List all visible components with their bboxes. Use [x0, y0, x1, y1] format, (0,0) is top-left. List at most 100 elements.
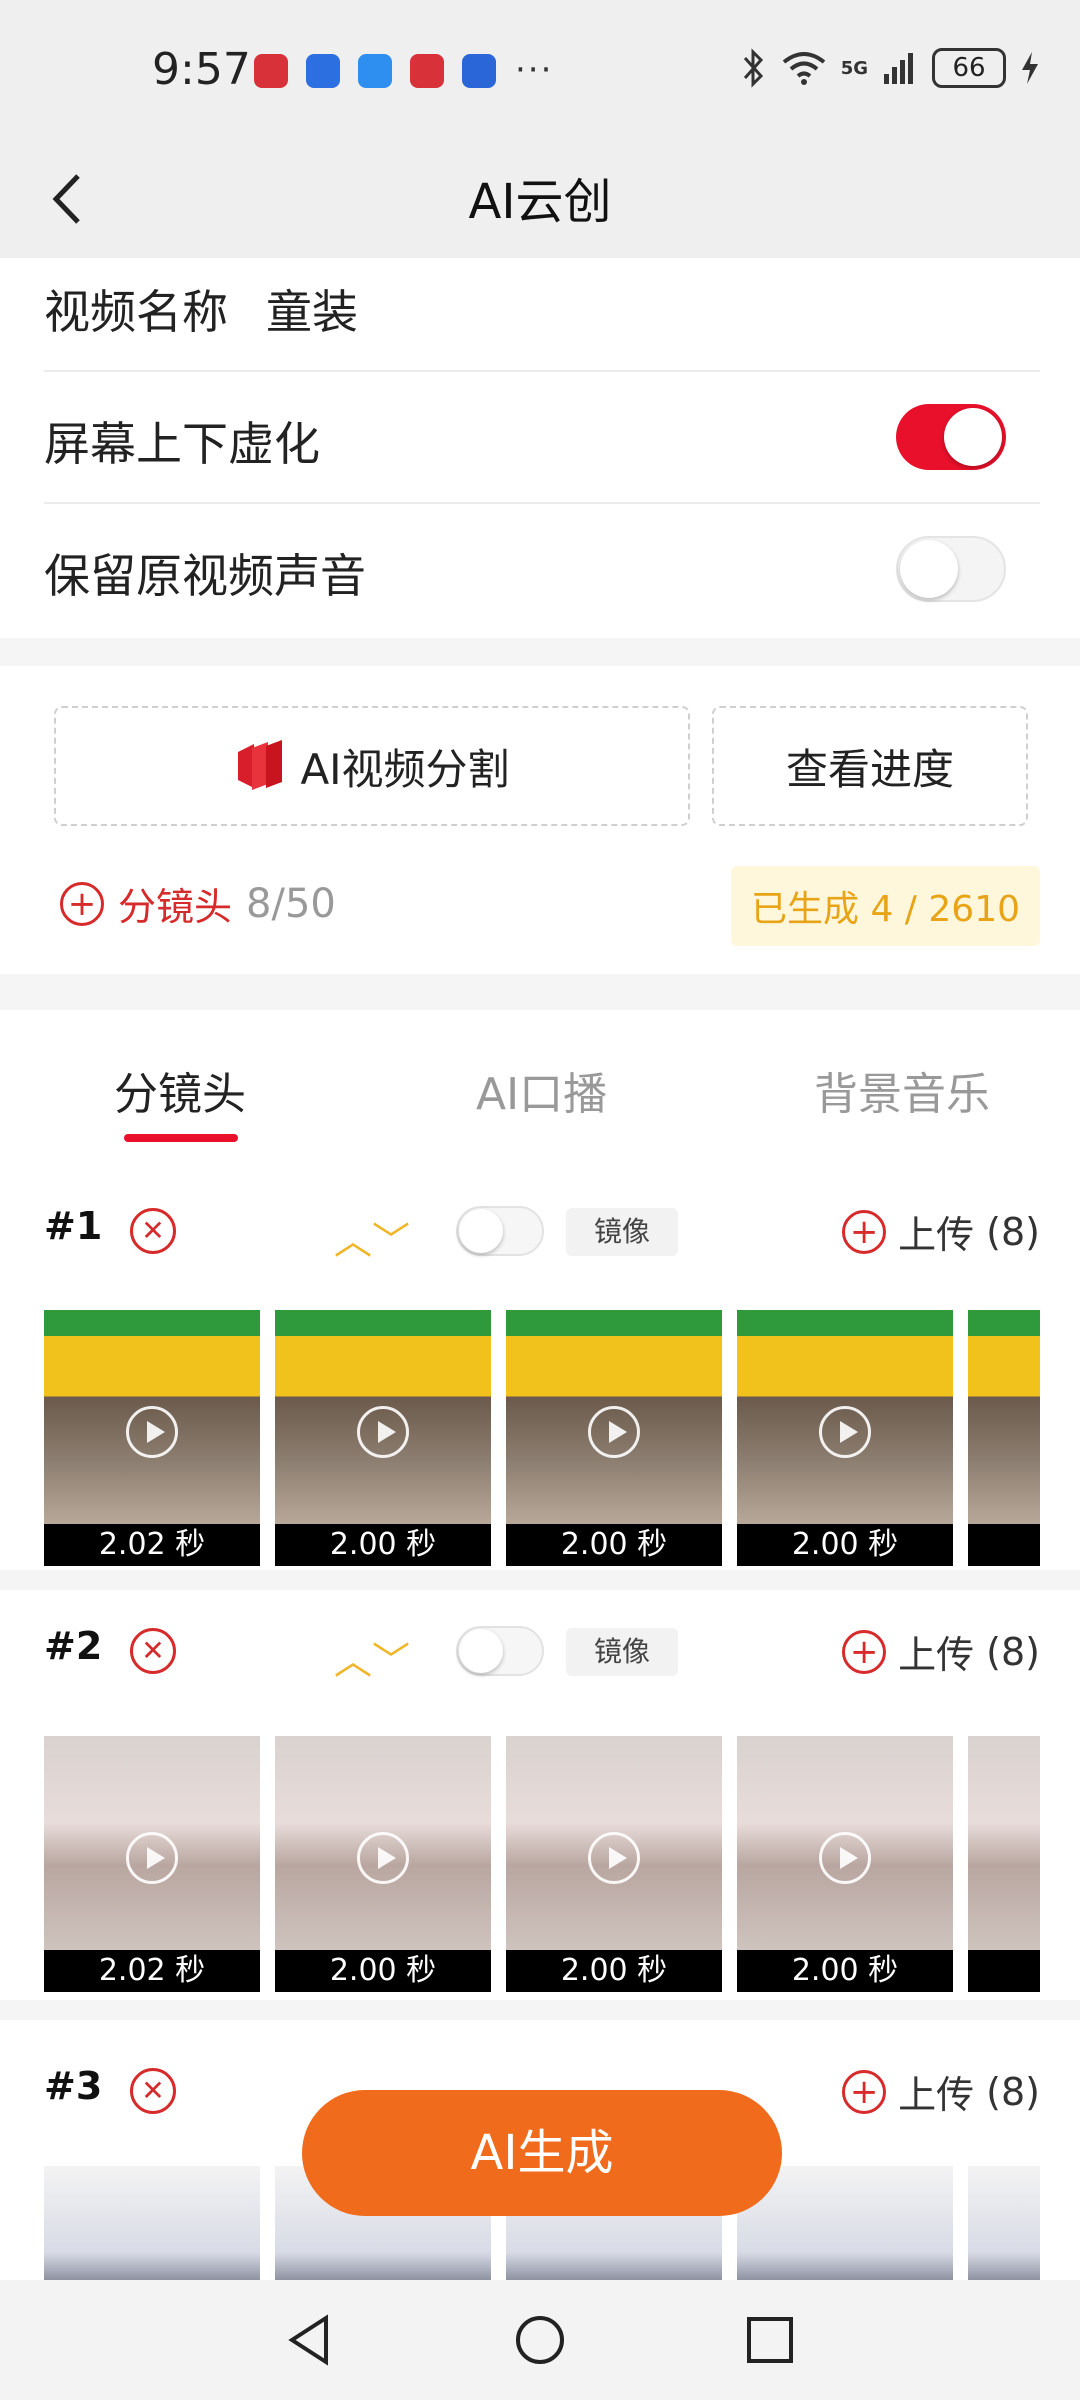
page-title: AI云创: [468, 174, 612, 230]
upload-count: (8): [986, 1629, 1040, 1674]
generated-badge: 已生成 4 / 2610: [731, 866, 1040, 946]
delete-scene-icon[interactable]: ✕: [130, 1208, 176, 1254]
active-tab-indicator: [124, 1134, 238, 1142]
status-right-group: 5G 66: [741, 48, 1040, 88]
move-up-icon[interactable]: ︿: [334, 1219, 372, 1263]
clip-thumbnail[interactable]: 2.00 秒: [737, 1310, 953, 1566]
clip-strip: 2.02 秒 2.00 秒 2.00 秒 2.00 秒 2: [44, 1736, 1040, 1992]
upload-button[interactable]: + 上传 (8): [842, 2064, 1040, 2119]
reorder-arrows: ︿﹀: [334, 1210, 410, 1265]
mirror-label: 镜像: [566, 1208, 679, 1256]
play-icon: [126, 1406, 178, 1458]
mirror-label: 镜像: [566, 1628, 679, 1676]
status-bar: 9:57 ··· 5G 66: [0, 0, 1080, 140]
clip-thumbnail[interactable]: [968, 2166, 1040, 2280]
add-shot-button[interactable]: + 分镜头 8/50: [60, 876, 336, 931]
settings-section: 视频名称 童装 屏幕上下虚化 保留原视频声音: [0, 258, 1080, 638]
play-icon: [357, 1832, 409, 1884]
tab-bar: 分镜头 AI口播 背景音乐: [0, 1010, 1080, 1160]
title-bar: AI云创: [0, 140, 1080, 258]
video-name-row[interactable]: 视频名称 童装: [44, 258, 1040, 372]
tab-bg-music[interactable]: 背景音乐: [814, 1058, 990, 1122]
play-icon: [588, 1832, 640, 1884]
clip-duration: 2.02 秒: [44, 1524, 260, 1566]
scene-number: #2: [44, 1624, 103, 1668]
system-nav-bar: [0, 2280, 1080, 2400]
video-name-value[interactable]: 童装: [266, 276, 358, 342]
toggle-knob: [459, 1629, 503, 1673]
split-logo-icon: [238, 740, 283, 790]
clip-thumbnail[interactable]: 2.00 秒: [737, 1736, 953, 1992]
clip-thumbnail[interactable]: 2.00 秒: [275, 1736, 491, 1992]
view-progress-button[interactable]: 查看进度: [712, 706, 1028, 826]
play-icon: [588, 1406, 640, 1458]
upload-label: 上传: [898, 1213, 975, 1257]
wifi-icon: [782, 52, 825, 85]
clip-thumbnail[interactable]: 2.00 秒: [275, 1310, 491, 1566]
move-up-icon[interactable]: ︿: [334, 1639, 372, 1683]
scene-divider: [0, 2000, 1080, 2020]
clip-thumbnail[interactable]: 2.02 秒: [44, 1310, 260, 1566]
move-down-icon[interactable]: ﹀: [372, 1219, 410, 1263]
clip-thumbnail[interactable]: 2.00 秒: [506, 1736, 722, 1992]
clip-thumbnail[interactable]: 2.02 秒: [44, 1736, 260, 1992]
scene-card-2: #2 ✕ ︿﹀ 镜像 + 上传 (8) 2.02 秒 2.00 秒 2.00 秒…: [0, 1590, 1080, 2020]
charging-icon: [1022, 52, 1038, 84]
status-time: 9:57: [152, 44, 251, 95]
tab-shots[interactable]: 分镜头: [114, 1058, 246, 1122]
scene-divider: [0, 1570, 1080, 1590]
video-name-label: 视频名称: [44, 285, 228, 339]
clip-strip: 2.02 秒 2.00 秒 2.00 秒 2.00 秒 1: [44, 1310, 1040, 1566]
play-icon: [819, 1832, 871, 1884]
blur-row: 屏幕上下虚化: [44, 372, 1040, 504]
add-circle-icon: +: [842, 2069, 887, 2114]
reorder-arrows: ︿﹀: [334, 1630, 410, 1685]
move-down-icon[interactable]: ﹀: [372, 1639, 410, 1683]
nav-back-icon[interactable]: [280, 2310, 340, 2370]
clip-image: [44, 2166, 260, 2280]
delete-scene-icon[interactable]: ✕: [130, 1628, 176, 1674]
toggle-knob: [944, 408, 1002, 466]
toggle-knob: [459, 1209, 503, 1253]
upload-button[interactable]: + 上传 (8): [842, 1204, 1040, 1259]
clip-duration: 2.00 秒: [737, 1524, 953, 1566]
scene-number: #1: [44, 1204, 103, 1248]
nav-recents-icon[interactable]: [740, 2310, 800, 2370]
clip-thumbnail[interactable]: [44, 2166, 260, 2280]
scene-header: #1 ✕ ︿﹀ 镜像 + 上传 (8): [44, 1204, 1040, 1264]
clip-duration: 1: [968, 1524, 1040, 1566]
clip-duration: 2.00 秒: [506, 1950, 722, 1992]
scene-header: #2 ✕ ︿﹀ 镜像 + 上传 (8): [44, 1624, 1040, 1684]
keep-audio-label: 保留原视频声音: [44, 549, 366, 603]
nav-home-icon[interactable]: [510, 2310, 570, 2370]
voice-app-icon: [306, 54, 340, 88]
blur-toggle[interactable]: [896, 404, 1006, 470]
upload-button[interactable]: + 上传 (8): [842, 1624, 1040, 1679]
clip-thumbnail[interactable]: 1: [968, 1310, 1040, 1566]
section-divider-2: [0, 974, 1080, 1010]
huawei-app-icon-2: [410, 54, 444, 88]
ai-generate-button[interactable]: AI生成: [302, 2090, 782, 2216]
blur-label: 屏幕上下虚化: [44, 417, 320, 471]
shield-app-icon: [462, 54, 496, 88]
clip-thumbnail[interactable]: 2: [968, 1736, 1040, 1992]
delete-scene-icon[interactable]: ✕: [130, 2068, 176, 2114]
battery-icon: 66: [932, 48, 1006, 88]
upload-count: (8): [986, 2069, 1040, 2114]
clip-image: [968, 2166, 1040, 2280]
keep-audio-toggle[interactable]: [896, 536, 1006, 602]
clip-duration: 2.02 秒: [44, 1950, 260, 1992]
ai-split-label: AI视频分割: [300, 744, 510, 794]
clip-thumbnail[interactable]: 2.00 秒: [506, 1310, 722, 1566]
tab-ai-voice[interactable]: AI口播: [476, 1058, 607, 1122]
mirror-toggle[interactable]: [456, 1626, 544, 1676]
mirror-toggle[interactable]: [456, 1206, 544, 1256]
clip-duration: 2.00 秒: [737, 1950, 953, 1992]
add-circle-icon: +: [842, 1629, 887, 1674]
ai-split-button[interactable]: AI视频分割: [54, 706, 690, 826]
clip-duration: 2.00 秒: [506, 1524, 722, 1566]
actions-section: AI视频分割 查看进度 + 分镜头 8/50 已生成 4 / 2610: [0, 666, 1080, 974]
upload-label: 上传: [898, 1633, 975, 1677]
clip-image: [968, 1736, 1040, 1952]
play-icon: [357, 1406, 409, 1458]
